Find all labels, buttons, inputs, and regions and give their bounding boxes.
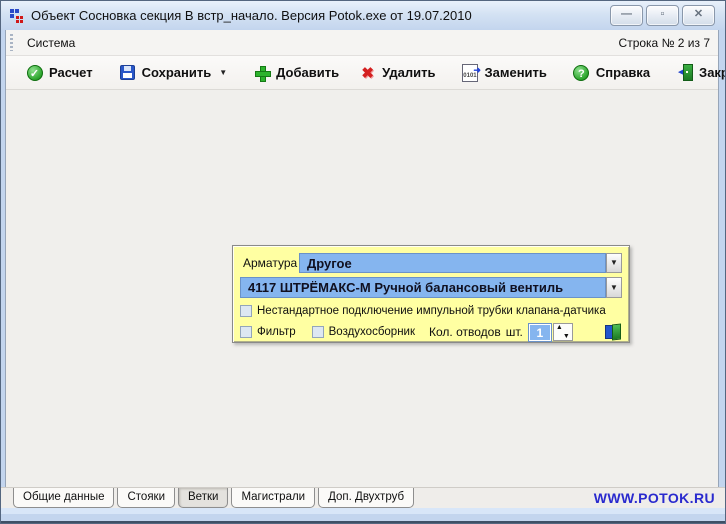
- app-window: { "window": { "title": "Объект Сосновка …: [0, 0, 726, 524]
- tab-mains[interactable]: Магистрали: [231, 488, 315, 508]
- nonstandard-row: Нестандартное подключение импульной труб…: [240, 305, 622, 317]
- filter-checkbox[interactable]: [240, 326, 252, 338]
- spin-down-icon[interactable]: ▼: [563, 333, 570, 340]
- titlebar[interactable]: Объект Сосновка секция В встр_начало. Ве…: [1, 1, 725, 30]
- filter-label: Фильтр: [257, 326, 296, 338]
- save-dropdown-caret[interactable]: ▼: [219, 68, 227, 77]
- close-button[interactable]: ✕: [682, 5, 715, 26]
- save-icon: [119, 64, 136, 81]
- calculate-button[interactable]: ✓ Расчет: [16, 60, 103, 85]
- calculate-icon: ✓: [26, 64, 43, 81]
- spin-up-icon[interactable]: ▲: [556, 324, 563, 331]
- add-button[interactable]: Добавить: [243, 60, 349, 85]
- air-collector-checkbox[interactable]: [312, 326, 324, 338]
- armature-popup: Арматура Другое ▼ 4117 ШТРЁМАКС-М Ручной…: [232, 245, 630, 343]
- tab-risers[interactable]: Стояки: [117, 488, 175, 508]
- window-controls: — ▫ ✕: [610, 5, 715, 26]
- delete-button[interactable]: ✖ Удалить: [349, 60, 445, 85]
- nonstandard-checkbox[interactable]: [240, 305, 252, 317]
- armature-label: Арматура: [243, 256, 299, 270]
- tab-additional[interactable]: Доп. Двухтруб: [318, 488, 414, 508]
- close-door-icon: ◄: [676, 64, 693, 81]
- help-icon: ?: [573, 64, 590, 81]
- menubar: Система Строка № 2 из 7: [6, 30, 718, 56]
- armature-row: Арматура Другое ▼: [240, 253, 622, 273]
- delete-icon: ✖: [359, 64, 376, 81]
- add-icon: [253, 64, 270, 81]
- replace-button[interactable]: 0101 Заменить: [451, 60, 556, 85]
- menubar-grip[interactable]: [10, 34, 13, 52]
- chevron-down-icon[interactable]: ▼: [606, 277, 622, 298]
- bottom-tabbar: Общие данные Стояки Ветки Магистрали Доп…: [1, 487, 725, 509]
- website-link[interactable]: WWW.POTOK.RU: [594, 488, 715, 508]
- valve-combobox[interactable]: 4117 ШТРЁМАКС-М Ручной балансовый вентил…: [240, 277, 606, 298]
- spinner-buttons[interactable]: ▲ ▼: [553, 323, 573, 341]
- toolbar: ✓ Расчет Сохранить ▼ Добавить ✖ Удалить …: [6, 56, 718, 90]
- row-indicator: Строка № 2 из 7: [619, 36, 710, 50]
- close-form-button[interactable]: ◄ Закрыть: [666, 60, 726, 85]
- outlets-count-field[interactable]: 1: [529, 324, 551, 341]
- tab-branches[interactable]: Ветки: [178, 488, 228, 508]
- options-row: Фильтр Воздухосборник Кол. отводов шт. 1…: [240, 323, 622, 341]
- replace-icon: 0101: [461, 64, 478, 81]
- save-button[interactable]: Сохранить ▼: [109, 60, 238, 85]
- app-icon: [9, 8, 25, 24]
- help-button[interactable]: ? Справка: [563, 60, 660, 85]
- tab-general-data[interactable]: Общие данные: [13, 488, 114, 508]
- outlets-label: Кол. отводов: [429, 325, 501, 339]
- minimize-button[interactable]: —: [610, 5, 643, 26]
- maximize-button[interactable]: ▫: [646, 5, 679, 26]
- apply-exit-icon[interactable]: [605, 324, 622, 340]
- window-frame-bottom: [0, 514, 726, 524]
- nonstandard-label: Нестандартное подключение импульной труб…: [257, 305, 606, 317]
- window-title: Объект Сосновка секция В встр_начало. Ве…: [31, 8, 472, 23]
- chevron-down-icon[interactable]: ▼: [606, 253, 622, 273]
- air-collector-label: Воздухосборник: [329, 326, 415, 338]
- valve-row: 4117 ШТРЁМАКС-М Ручной балансовый вентил…: [240, 277, 622, 298]
- outlets-unit-label: шт.: [506, 325, 523, 339]
- armature-combobox[interactable]: Другое: [299, 253, 606, 273]
- menu-system[interactable]: Система: [19, 33, 83, 53]
